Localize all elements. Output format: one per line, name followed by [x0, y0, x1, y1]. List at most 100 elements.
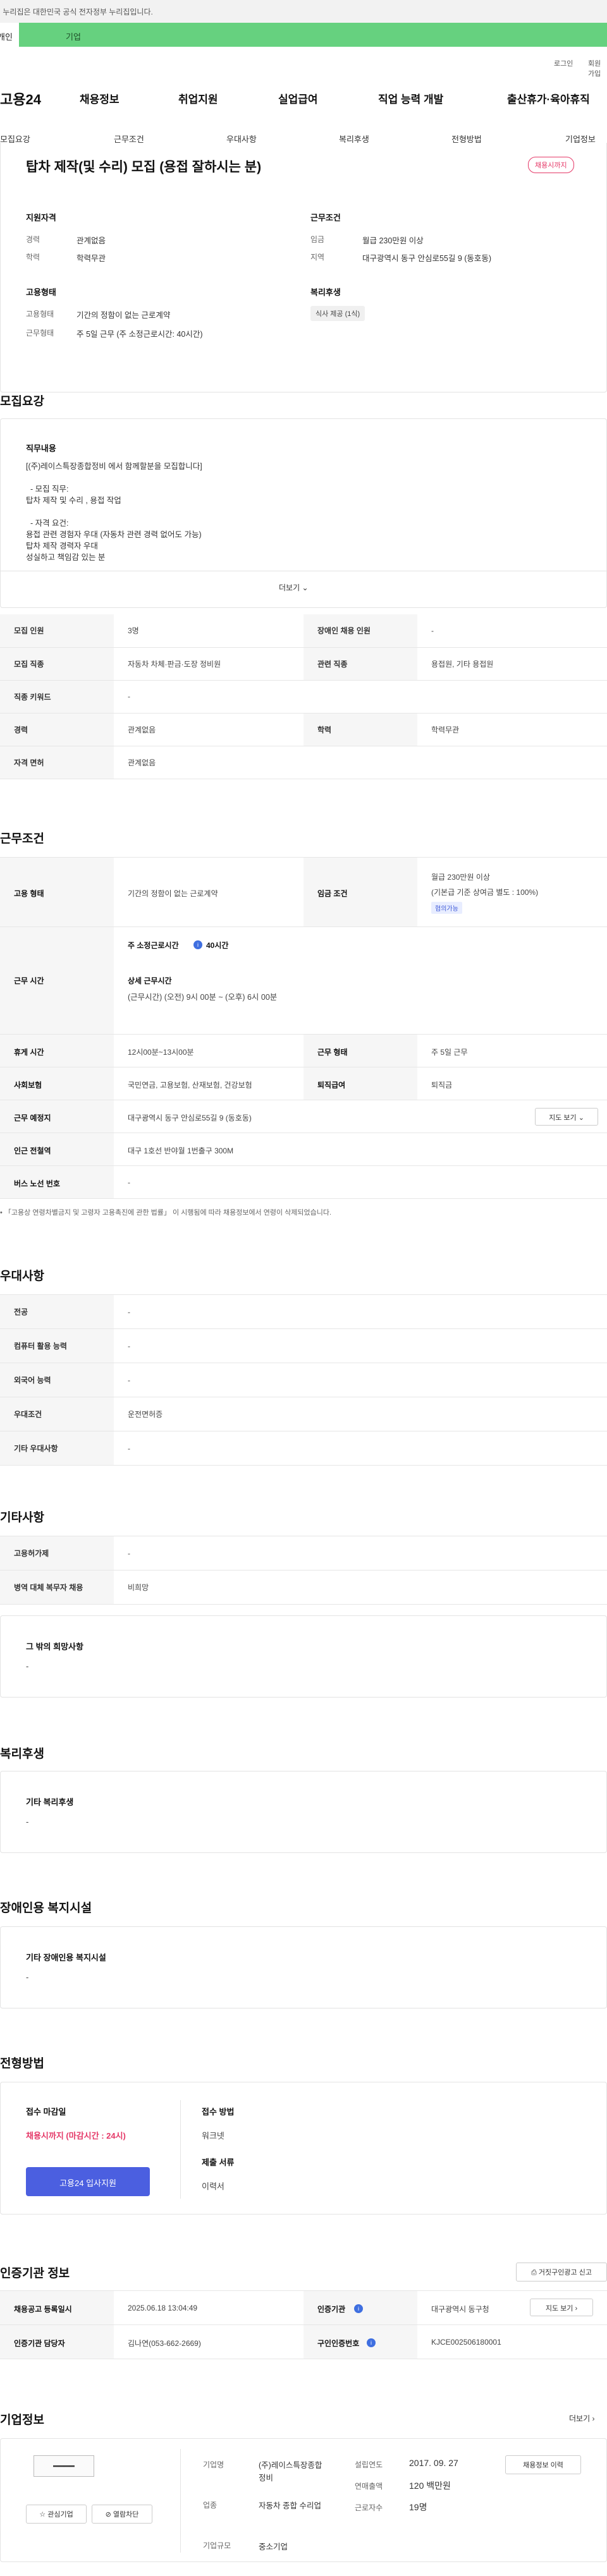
- detail-hours-value: (근무시간) (오전) 9시 00분 ~ (오후) 6시 00분: [128, 993, 278, 1002]
- table-row: 기타 우대사항 -: [0, 1431, 607, 1466]
- company-section-title: 기업정보: [0, 2414, 44, 2427]
- cell-label: 관련 직종: [304, 647, 417, 681]
- wage-sub: (기본급 기준 상여금 별도 : 100%): [431, 888, 539, 897]
- table-row: 우대조건 운전면허증: [0, 1397, 607, 1431]
- block-view-button[interactable]: ⊘ 열람차단: [92, 2505, 152, 2524]
- gnb-item-employment-support[interactable]: 취업지원: [178, 90, 218, 106]
- company-more-link[interactable]: 더보기 ›: [569, 2413, 594, 2424]
- age-discrimination-note: • 「고용상 연령차별금지 및 고령자 고용촉진에 관한 법률」 이 시행됨에 …: [0, 1209, 332, 1217]
- process-card: 접수 마감일 채용시까지 (마감시간 : 24시) 고용24 입사지원 접수 방…: [0, 2082, 607, 2215]
- job-history-button[interactable]: 채용정보 이력: [505, 2455, 581, 2474]
- info-icon[interactable]: i: [367, 2337, 376, 2347]
- apply-button[interactable]: 고용24 입사지원: [26, 2167, 150, 2196]
- gnb-item-jobs[interactable]: 채용정보: [80, 90, 120, 106]
- gnb-item-parental-leave[interactable]: 출산휴가·육아휴직: [507, 90, 590, 106]
- recruit-info-table: 모집 인원 3명 장애인 채용 인원 - 모집 직종 자동차 차체·판금·도장 …: [0, 614, 607, 779]
- cell-value: -: [114, 1536, 607, 1571]
- hope-value: -: [26, 1662, 29, 1671]
- duty-line: 용접 관련 경험자 우대 (자동차 관련 경력 없어도 가능): [26, 530, 202, 539]
- rest-value: 12시00분~13시00분: [128, 1048, 194, 1057]
- site-logo[interactable]: 고용24: [0, 88, 41, 109]
- duty-line: [26, 472, 570, 483]
- employees-value: 19명: [409, 2502, 427, 2512]
- tab-company[interactable]: 기업: [66, 30, 81, 42]
- join-link[interactable]: 회원가입: [588, 58, 607, 78]
- login-link[interactable]: 로그인: [554, 58, 573, 68]
- cell-value: 관계없음: [114, 713, 304, 746]
- duty-line: - 모집 직무:: [26, 485, 69, 494]
- qual-label-education: 학력: [26, 253, 40, 262]
- map-view-button[interactable]: 지도 보기 ⌄: [535, 1108, 598, 1126]
- work-value-cell: 월급 230만원 이상 (기본급 기준 상여금 별도 : 100%) 협의가능: [417, 858, 607, 927]
- work-label-cell: 근무 시간: [0, 927, 114, 1035]
- recruit-section-title: 모집요강: [0, 395, 44, 408]
- insurance-label: 사회보험: [14, 1081, 42, 1090]
- qualification-heading: 지원자격: [26, 213, 56, 222]
- table-row: 경력 관계없음 학력 학력무관: [0, 713, 607, 746]
- agency-value-cell: 대구광역시 동구청 지도 보기 ›: [417, 2291, 607, 2325]
- welfare-heading: 복리후생: [310, 288, 341, 297]
- cell-label: 모집 직종: [0, 647, 114, 681]
- sales-value: 120 백만원: [409, 2481, 451, 2491]
- docs-heading: 제출 서류: [202, 2158, 235, 2167]
- work-label-cell: 임금 조건: [304, 858, 417, 927]
- agency-label-cell: 인증기관 담당자: [0, 2325, 114, 2359]
- emp-label-type: 고용형태: [26, 310, 54, 319]
- tab-personal[interactable]: 개인: [0, 23, 19, 47]
- info-icon[interactable]: i: [354, 2303, 363, 2313]
- table-row: 자격 면허 관계없음: [0, 746, 607, 779]
- benefit-heading: 기타 복리후생: [26, 1797, 74, 1807]
- emp-value-type: 기간의 정함이 없는 근로계약: [77, 311, 171, 320]
- qual-label-career: 경력: [26, 235, 40, 244]
- work-value-cell: 12시00분~13시00분: [114, 1035, 304, 1067]
- prefer-table: 전공 - 컴퓨터 활용 능력 - 외국어 능력 - 우대조건 운전면허증 기타 …: [0, 1294, 607, 1466]
- cell-label: 기타 우대사항: [0, 1431, 114, 1466]
- station-label: 인근 전철역: [14, 1146, 51, 1155]
- cell-value: 운전면허증: [114, 1397, 607, 1431]
- cond-label-wage: 임금: [310, 235, 325, 244]
- work-label-cell: 휴게 시간: [0, 1035, 114, 1067]
- job-summary-card: 탑차 제작(및 수리) 모집 (용접 잘하시는 분) 채용시까지 지원자격 경력…: [0, 143, 607, 392]
- wage-label: 임금 조건: [317, 889, 348, 898]
- work-label-cell: 인근 전철역: [0, 1133, 114, 1166]
- cell-value: 비희망: [114, 1570, 607, 1605]
- duty-more-button[interactable]: 더보기 ⌄: [279, 582, 309, 593]
- duty-card: 직무내용 [(주)레이스특장종합정비 에서 함께할분을 모집합니다] - 모집 …: [0, 418, 607, 608]
- user-type-tabs: 개인 기업: [0, 23, 607, 47]
- work-label-cell: 버스 노선 번호: [0, 1166, 114, 1199]
- report-fake-ad-button[interactable]: ⎙ 거짓구인광고 신고: [516, 2263, 607, 2281]
- gnb-item-vocational-training[interactable]: 직업 능력 개발: [378, 90, 443, 106]
- work-section-title: 근무조건: [0, 832, 44, 846]
- employment-type-value: 기간의 정함이 없는 근로계약: [128, 889, 218, 898]
- table-row: 직종 키워드 -: [0, 680, 607, 714]
- bus-value: -: [128, 1178, 130, 1187]
- conditions-heading: 근무조건: [310, 213, 341, 222]
- disabled-value: -: [26, 1972, 29, 1982]
- agency-value-cell: KJCE002506180001: [417, 2325, 607, 2359]
- star-icon: ☆: [39, 2511, 46, 2518]
- cond-label-region: 지역: [310, 253, 325, 262]
- size-label: 기업규모: [203, 2541, 231, 2550]
- docs-value: 이력서: [202, 2182, 224, 2191]
- cell-value: -: [114, 1363, 607, 1397]
- hope-card: 그 밖의 희망사항 -: [0, 1615, 607, 1698]
- company-logo: ━━━━: [34, 2455, 94, 2477]
- etc-section-title: 기타사항: [0, 1511, 44, 1524]
- severance-label: 퇴직급여: [317, 1081, 346, 1090]
- gnb-item-unemployment-benefit[interactable]: 실업급여: [278, 90, 318, 106]
- agency-map-button[interactable]: 지도 보기 ›: [530, 2299, 593, 2316]
- cell-label: 우대조건: [0, 1397, 114, 1431]
- rest-label: 휴게 시간: [14, 1048, 44, 1057]
- cell-value: -: [114, 1294, 607, 1329]
- benefit-card: 기타 복리후생 -: [0, 1771, 607, 1853]
- work-value-cell: 국민연금, 고용보험, 산재보험, 건강보험: [114, 1067, 304, 1100]
- employment-type-label: 고용 형태: [14, 889, 44, 898]
- info-icon[interactable]: i: [193, 939, 202, 949]
- favorite-company-button[interactable]: ☆ 관심기업: [26, 2505, 87, 2524]
- disabled-heading: 기타 장애인용 복지시설: [26, 1953, 106, 1962]
- duty-line: 성실하고 책임감 있는 분: [26, 553, 106, 562]
- insurance-value: 국민연금, 고용보험, 산재보험, 건강보험: [128, 1081, 252, 1090]
- cond-value-region: 대구광역시 동구 안심로55길 9 (동호동): [362, 254, 492, 263]
- cell-label: 컴퓨터 활용 능력: [0, 1328, 114, 1363]
- employees-label: 근로자수: [355, 2503, 383, 2512]
